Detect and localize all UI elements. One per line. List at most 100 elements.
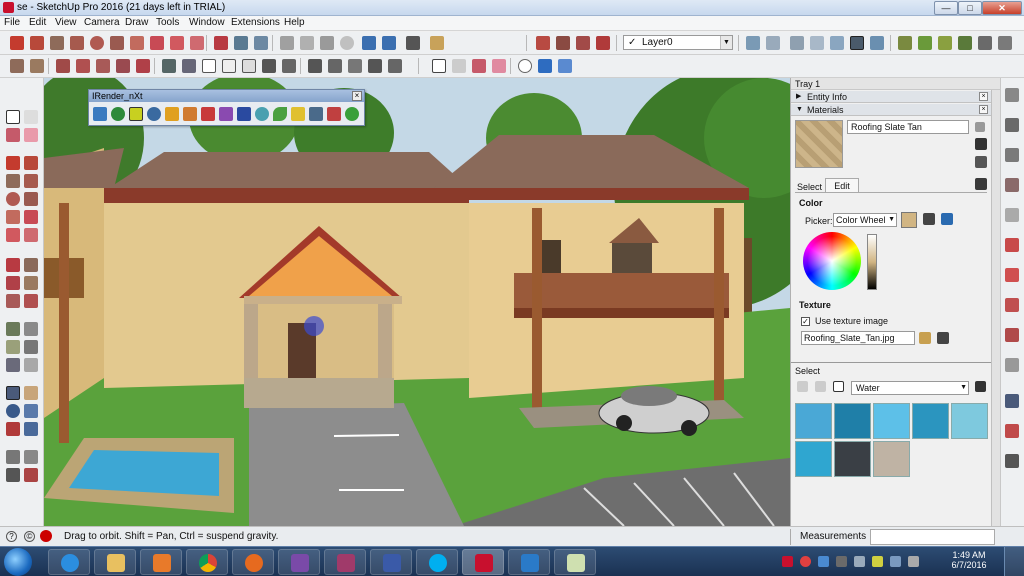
two-point-arc-icon[interactable]	[150, 36, 164, 50]
orbit-icon[interactable]	[1005, 394, 1019, 408]
style-4-icon[interactable]	[368, 59, 382, 73]
materials-panel-header[interactable]: ▼ Materials ×	[791, 104, 991, 116]
render-settings-icon[interactable]	[93, 107, 107, 121]
measurements-input[interactable]	[870, 529, 995, 545]
position-camera-icon[interactable]	[518, 59, 532, 73]
rectangle-tool-icon[interactable]	[6, 174, 20, 188]
rectangle-tool-icon[interactable]	[50, 36, 64, 50]
pushpull-tool-icon[interactable]	[24, 258, 38, 272]
freehand-tool-icon[interactable]	[30, 36, 44, 50]
home-icon[interactable]	[202, 59, 216, 73]
stamp-icon[interactable]	[958, 36, 972, 50]
line-tool-icon[interactable]	[6, 156, 20, 170]
rotate-tool-icon[interactable]	[6, 276, 20, 290]
instructor-icon[interactable]	[40, 530, 52, 542]
print-icon[interactable]	[406, 36, 420, 50]
scale-tool-icon[interactable]	[6, 294, 20, 308]
flip-edge-icon[interactable]	[1005, 148, 1019, 162]
pie-tool-icon[interactable]	[24, 228, 38, 242]
render-sphere-icon[interactable]	[255, 107, 269, 121]
freehand-tool-icon[interactable]	[24, 156, 38, 170]
copy-icon[interactable]	[300, 36, 314, 50]
orbit-tool-icon[interactable]	[6, 386, 20, 400]
zoom-tool-icon[interactable]	[6, 404, 20, 418]
chevron-down-icon[interactable]: ▼	[720, 36, 732, 49]
sandbox-tool-icon[interactable]	[1005, 88, 1019, 102]
tab-edit[interactable]: Edit	[825, 178, 859, 192]
terrain-tool-icon[interactable]	[1005, 118, 1019, 132]
pushpull-icon[interactable]	[76, 59, 90, 73]
menu-edit[interactable]: Edit	[29, 17, 46, 28]
irender-close-button[interactable]: ×	[352, 91, 362, 101]
back-edges-icon[interactable]	[766, 36, 780, 50]
paint-bucket-icon[interactable]	[472, 59, 486, 73]
wireframe-icon[interactable]	[790, 36, 804, 50]
toggle-terrain-icon[interactable]	[1005, 358, 1019, 372]
taskbar-irender[interactable]	[508, 549, 550, 575]
taskbar-explorer[interactable]	[94, 549, 136, 575]
look-around-tool-icon[interactable]	[24, 450, 38, 464]
tray-bluetooth-icon[interactable]	[836, 556, 847, 567]
warehouse-icon[interactable]	[1005, 208, 1019, 222]
back-arrow-icon[interactable]	[797, 381, 808, 392]
add-detail-icon[interactable]	[998, 36, 1012, 50]
entity-info-panel-header[interactable]: ▶ Entity Info ×	[791, 91, 991, 103]
menu-draw[interactable]: Draw	[125, 17, 148, 28]
texture-file-field[interactable]: Roofing_Slate_Tan.jpg	[801, 331, 915, 345]
clock[interactable]: 1:49 AM 6/7/2016	[942, 550, 996, 570]
browse-folder-icon[interactable]	[919, 332, 931, 344]
monochrome-icon[interactable]	[870, 36, 884, 50]
back-view-icon[interactable]	[262, 59, 276, 73]
zoom-extents-icon[interactable]	[6, 422, 20, 436]
taskbar-notepad[interactable]	[554, 549, 596, 575]
material-swatch[interactable]	[873, 403, 910, 439]
3d-text-icon[interactable]	[24, 358, 38, 372]
three-point-arc-icon[interactable]	[6, 228, 20, 242]
look-around-icon[interactable]	[558, 59, 572, 73]
menu-camera[interactable]: Camera	[84, 17, 120, 28]
section-plane-tool-icon[interactable]	[24, 468, 38, 482]
material-swatch[interactable]	[795, 403, 832, 439]
shaded-with-textures-icon[interactable]	[850, 36, 864, 50]
material-swatch[interactable]	[795, 441, 832, 477]
taskbar-media[interactable]	[140, 549, 182, 575]
styles-icon[interactable]	[1005, 454, 1019, 468]
display-secondary-icon[interactable]	[975, 122, 985, 132]
render-sun-icon[interactable]	[291, 107, 305, 121]
edit-texture-icon[interactable]	[937, 332, 949, 344]
use-texture-checkbox[interactable]: ✓	[801, 317, 810, 326]
rotate-icon[interactable]	[96, 59, 110, 73]
dimension-icon[interactable]	[24, 322, 38, 336]
component-tool-icon[interactable]	[24, 110, 38, 124]
walk-icon[interactable]	[538, 59, 552, 73]
forward-arrow-icon[interactable]	[815, 381, 826, 392]
render-lamp-icon[interactable]	[165, 107, 179, 121]
irender-titlebar[interactable]: IRender_nXt ×	[89, 90, 364, 102]
walk-tool-icon[interactable]	[6, 468, 20, 482]
section-cuts-icon[interactable]	[576, 36, 590, 50]
offset-tool-icon[interactable]	[24, 294, 38, 308]
render-globe-icon[interactable]	[111, 107, 125, 121]
top-view-icon[interactable]	[182, 59, 196, 73]
select-tool-icon[interactable]	[6, 110, 20, 124]
taskbar-ie[interactable]	[48, 549, 90, 575]
arc-tool-icon[interactable]	[6, 210, 20, 224]
render-candle-icon[interactable]	[183, 107, 197, 121]
eraser-icon[interactable]	[492, 59, 506, 73]
tab-select[interactable]: Select	[797, 182, 822, 192]
layer-dropdown[interactable]: ✓ Layer0 ▼	[623, 35, 733, 50]
menu-file[interactable]: File	[4, 17, 20, 28]
material-swatch[interactable]	[873, 441, 910, 477]
flip-icon[interactable]	[136, 59, 150, 73]
circle-tool-icon[interactable]	[6, 192, 20, 206]
redo-icon[interactable]	[382, 36, 396, 50]
pan-tool-icon[interactable]	[24, 386, 38, 400]
iso-view-icon[interactable]	[162, 59, 176, 73]
three-point-arc-icon[interactable]	[170, 36, 184, 50]
minimize-button[interactable]: —	[934, 1, 958, 15]
taskbar-app-blue[interactable]	[370, 549, 412, 575]
select-arrow-icon[interactable]	[432, 59, 446, 73]
previous-view-icon[interactable]	[24, 422, 38, 436]
create-material-icon[interactable]	[975, 138, 987, 150]
style-1-icon[interactable]	[308, 59, 322, 73]
